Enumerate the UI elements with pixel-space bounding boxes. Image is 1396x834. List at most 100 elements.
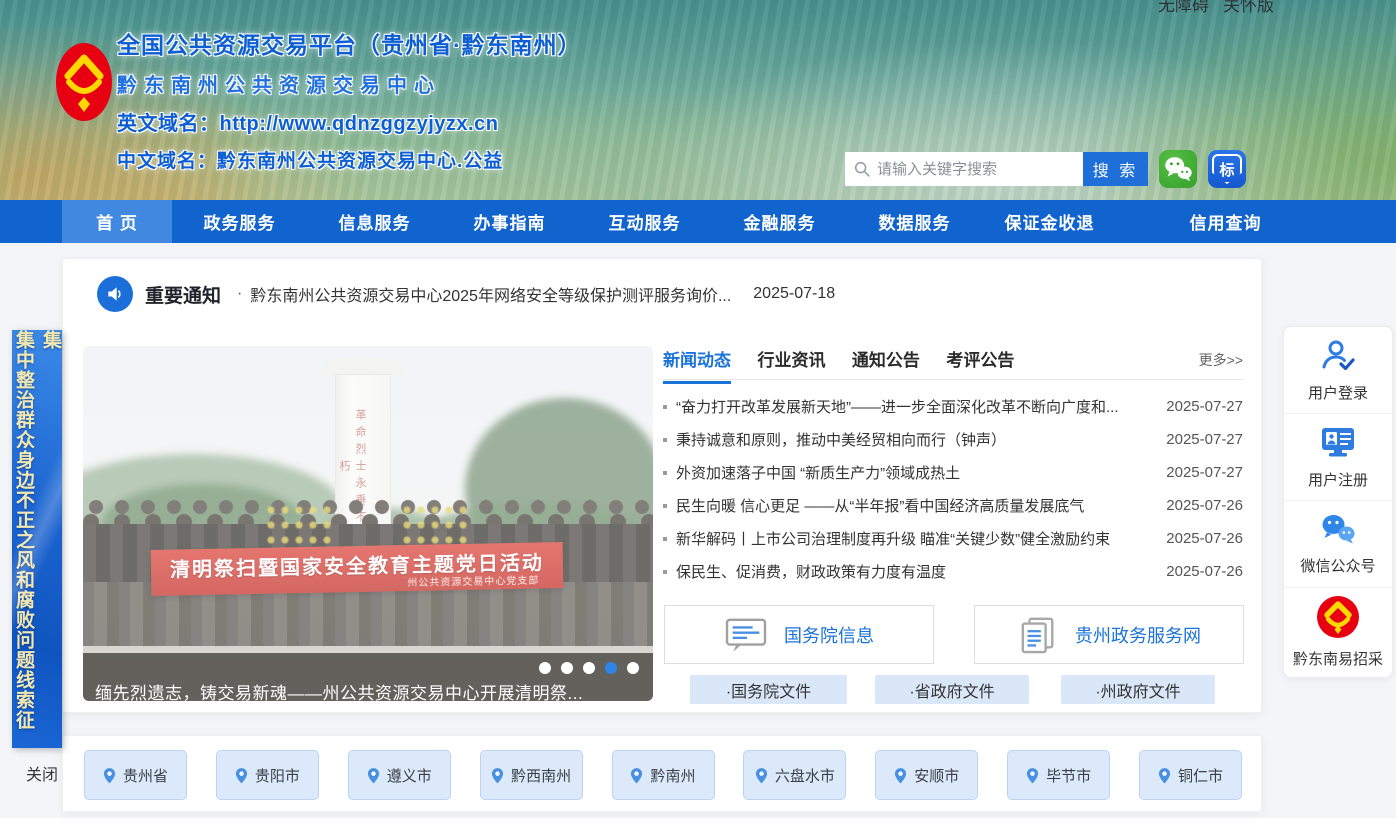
tab-evaluation[interactable]: 考评公告	[946, 346, 1014, 381]
wechat-app-icon[interactable]	[1159, 150, 1197, 188]
wechat-official-account-button[interactable]: 微信公众号	[1284, 501, 1392, 588]
qdn-logo-icon	[1316, 595, 1360, 639]
guizhou-gov-service-link[interactable]: 贵州政务服务网	[974, 605, 1244, 664]
news-list: “奋力打开改革发展新天地”——进一步全面深化改革不断向广度和... 2025-0…	[663, 390, 1243, 588]
notice-title-link[interactable]: 黔东南州公共资源交易中心2025年网络安全等级保护测评服务询价...	[250, 282, 731, 306]
city-button-qiannan[interactable]: 黔南州	[612, 750, 715, 800]
topbar-links: 无障碍关怀版	[1158, 0, 1288, 16]
pages-icon	[1017, 616, 1059, 654]
nav-item-interactive[interactable]: 互动服务	[577, 200, 712, 243]
carousel-dot-3[interactable]	[583, 662, 595, 674]
wechat-icon	[1319, 512, 1357, 546]
city-links-card: 贵州省 贵阳市 遵义市 黔西南州 黔南州	[62, 735, 1262, 812]
banner-close-button[interactable]: 关闭	[26, 761, 58, 785]
news-item[interactable]: 新华解码丨上市公司治理制度再升级 瞄准“关键少数”健全激励约束 2025-07-…	[663, 522, 1243, 555]
location-pin-icon	[1158, 767, 1171, 784]
state-council-docs-button[interactable]: ·国务院文件	[690, 675, 847, 704]
nav-item-finance[interactable]: 金融服务	[712, 200, 847, 243]
nav-item-gov-services[interactable]: 政务服务	[172, 200, 307, 243]
bullet-icon	[663, 504, 667, 508]
city-button-qianxinan[interactable]: 黔西南州	[480, 750, 583, 800]
city-button-tongren[interactable]: 铜仁市	[1139, 750, 1242, 800]
accessibility-link[interactable]: 无障碍	[1158, 0, 1209, 15]
location-pin-icon	[755, 767, 768, 784]
search-area: 搜 索 标	[845, 150, 1246, 188]
search-icon	[853, 160, 871, 178]
nav-item-info-services[interactable]: 信息服务	[307, 200, 442, 243]
news-panel: 新闻动态 行业资讯 通知公告 考评公告 更多>> “奋力打开改革发展新天地”——…	[663, 346, 1243, 706]
tab-announcements[interactable]: 通知公告	[852, 346, 920, 381]
bullet-icon	[663, 405, 667, 409]
center-name: 黔东南州公共资源交易中心	[117, 69, 677, 98]
carousel-dot-5[interactable]	[627, 662, 639, 674]
site-logo-icon	[55, 42, 113, 127]
nav-item-data[interactable]: 数据服务	[847, 200, 982, 243]
bullet-icon	[663, 570, 667, 574]
monument-roof	[319, 356, 407, 376]
nav-item-deposit[interactable]: 保证金收退	[982, 200, 1117, 243]
notice-date: 2025-07-18	[753, 285, 835, 303]
search-input[interactable]	[877, 161, 1067, 178]
carousel-dot-1[interactable]	[539, 662, 551, 674]
platform-title: 全国公共资源交易平台（贵州省·黔东南州）	[117, 26, 677, 60]
notice-bullet: ·	[237, 285, 242, 303]
carousel-dot-2[interactable]	[561, 662, 573, 674]
header-banner: 无障碍关怀版 全国公共资源交易平台（贵州省·黔东南州） 黔东南州公共资源交易中心…	[0, 0, 1396, 200]
tab-news[interactable]: 新闻动态	[663, 346, 731, 384]
province-gov-docs-button[interactable]: ·省政府文件	[875, 675, 1029, 704]
bullet-icon	[663, 471, 667, 475]
main-content-card: 重要通知 · 黔东南州公共资源交易中心2025年网络安全等级保护测评服务询价..…	[62, 258, 1262, 713]
user-login-button[interactable]: 用户登录	[1284, 327, 1392, 414]
bullet-icon	[663, 438, 667, 442]
event-banner: 清明祭扫暨国家安全教育主题党日活动 州公共资源交易中心党支部	[151, 542, 564, 596]
location-pin-icon	[1026, 767, 1039, 784]
carousel-caption[interactable]: 缅先烈遗志，铸交易新魂——州公共资源交易中心开展清明祭...	[95, 679, 583, 701]
location-pin-icon	[491, 767, 504, 784]
news-item[interactable]: 秉持诚意和原则，推动中美经贸相向而行（钟声） 2025-07-27	[663, 423, 1243, 456]
nav-item-credit[interactable]: 信用查询	[1117, 200, 1334, 243]
photo-carousel[interactable]: 革命烈士永垂不朽 清明祭扫暨国家安全教育主题党日活动 州公共资源交易中心党支部 …	[83, 346, 653, 701]
campaign-banner[interactable]: 集中整治群众身边不正之风和腐败问题线索征集	[12, 330, 62, 748]
search-button[interactable]: 搜 索	[1083, 152, 1148, 186]
news-item[interactable]: 保民生、促消费，财政政策有力度有温度 2025-07-26	[663, 555, 1243, 588]
bidding-app-icon[interactable]: 标	[1208, 150, 1246, 188]
tab-industry[interactable]: 行业资讯	[757, 346, 825, 381]
care-mode-link[interactable]: 关怀版	[1223, 0, 1274, 15]
city-button-bijie[interactable]: 毕节市	[1007, 750, 1110, 800]
carousel-dot-4[interactable]	[605, 662, 617, 674]
important-notice-bar: 重要通知 · 黔东南州公共资源交易中心2025年网络安全等级保护测评服务询价..…	[63, 259, 1263, 329]
comment-doc-icon	[724, 616, 768, 654]
carousel-caption-bar: 缅先烈遗志，铸交易新魂——州公共资源交易中心开展清明祭...	[83, 653, 653, 701]
search-box[interactable]	[845, 152, 1083, 186]
nav-item-guide[interactable]: 办事指南	[442, 200, 577, 243]
more-link[interactable]: 更多>>	[1199, 350, 1243, 370]
event-banner-subtitle: 州公共资源交易中心党支部	[407, 572, 539, 590]
city-button-guiyang[interactable]: 贵阳市	[216, 750, 319, 800]
prefecture-gov-docs-button[interactable]: ·州政府文件	[1061, 675, 1215, 704]
main-nav: 首 页 政务服务 信息服务 办事指南 互动服务 金融服务 数据服务 保证金收退 …	[0, 200, 1396, 243]
right-sidebar: 用户登录 用户注册	[1283, 326, 1393, 678]
english-domain: 英文域名：http://www.qdnzggzyjyzx.cn	[117, 107, 677, 136]
carousel-dots	[539, 662, 639, 674]
city-button-liupanshui[interactable]: 六盘水市	[743, 750, 846, 800]
notice-label: 重要通知	[145, 281, 221, 308]
news-item[interactable]: 外资加速落子中国 “新质生产力”领域成热土 2025-07-27	[663, 456, 1243, 489]
city-button-anshun[interactable]: 安顺市	[875, 750, 978, 800]
user-register-button[interactable]: 用户注册	[1284, 414, 1392, 501]
speaker-icon	[97, 276, 133, 312]
page: 无障碍关怀版 全国公共资源交易平台（贵州省·黔东南州） 黔东南州公共资源交易中心…	[0, 0, 1396, 834]
chinese-domain: 中文域名：黔东南州公共资源交易中心.公益	[117, 146, 677, 173]
user-register-icon	[1318, 424, 1358, 460]
state-council-info-link[interactable]: 国务院信息	[664, 605, 934, 664]
header-titles: 全国公共资源交易平台（贵州省·黔东南州） 黔东南州公共资源交易中心 英文域名：h…	[117, 26, 677, 173]
news-item[interactable]: 民生向暖 信心更足 ——从“半年报”看中国经济高质量发展底气 2025-07-2…	[663, 489, 1243, 522]
location-pin-icon	[894, 767, 907, 784]
qdn-ezhaocai-button[interactable]: 黔东南易招采	[1284, 588, 1392, 675]
campaign-banner-text: 集中整治群众身边不正之风和腐败问题线索征集	[10, 330, 64, 748]
news-item[interactable]: “奋力打开改革发展新天地”——进一步全面深化改革不断向广度和... 2025-0…	[663, 390, 1243, 423]
bullet-icon	[663, 537, 667, 541]
shield-icon: 标	[1212, 154, 1242, 184]
city-button-guizhou[interactable]: 贵州省	[84, 750, 187, 800]
nav-item-home[interactable]: 首 页	[62, 200, 172, 243]
city-button-zunyi[interactable]: 遵义市	[348, 750, 451, 800]
